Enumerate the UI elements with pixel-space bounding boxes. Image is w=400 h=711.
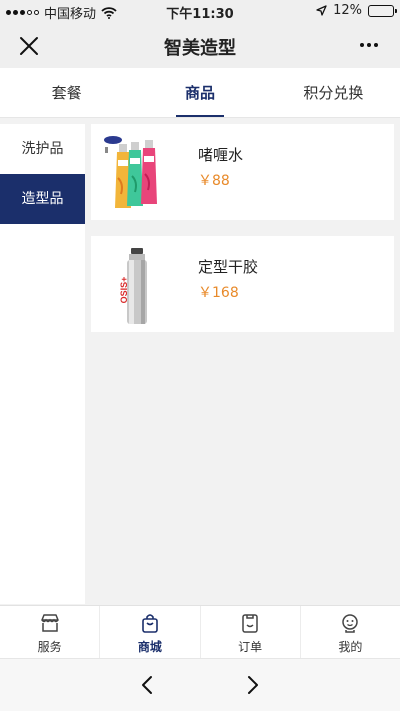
product-list: 啫喱水 ￥88 OSIS+ 定型干胶 ￥168 [91,124,394,348]
browser-toolbar [0,658,400,711]
hairspray-can-image: OSIS+ [119,248,147,324]
nav-bar: 智美造型 [0,22,400,68]
tab-points-exchange[interactable]: 积分兑换 [267,68,400,117]
tabbar-label: 商城 [137,640,162,654]
product-price: ￥168 [198,285,239,301]
tabbar-item-profile[interactable]: 我的 [299,606,400,658]
tabbar-item-mall[interactable]: 商城 [99,606,199,658]
svg-text:OSIS+: OSIS+ [119,277,129,304]
status-bar: 中国移动 下午11:30 12% [0,0,400,22]
profile-icon [342,614,359,633]
battery-icon [368,4,397,17]
tabbar-label: 服务 [37,640,62,654]
tab-goods[interactable]: 商品 [133,68,266,117]
hair-gel-bottles-image [104,136,157,208]
tabbar-item-service[interactable]: 服务 [0,606,99,658]
status-right: 12% [316,3,397,18]
bag-icon [142,614,158,633]
tabbar-label: 我的 [338,640,363,654]
product-price: ￥88 [198,173,230,189]
tabbar-label: 订单 [238,640,263,654]
forward-icon[interactable] [240,673,264,697]
tabbar-item-orders[interactable]: 订单 [199,606,300,658]
product-name: 啫喱水 [198,146,244,164]
battery-percent: 12% [333,3,362,18]
location-arrow-icon [316,5,327,16]
category-item-styling[interactable]: 造型品 [0,174,85,224]
back-icon[interactable] [136,673,160,697]
shop-icon [40,614,59,632]
product-card[interactable]: OSIS+ 定型干胶 ￥168 [91,236,394,332]
top-tabs: 套餐 商品 积分兑换 [0,68,400,118]
order-icon [242,614,258,633]
product-card[interactable]: 啫喱水 ￥88 [91,124,394,220]
bottom-tab-bar: 服务 商城 订单 我的 [0,605,400,658]
category-item-care[interactable]: 洗护品 [0,124,85,174]
product-name: 定型干胶 [198,258,259,276]
page-title: 智美造型 [164,38,236,59]
tab-package[interactable]: 套餐 [0,68,133,117]
more-icon[interactable] [356,34,382,56]
category-sidebar: 洗护品 造型品 [0,124,85,604]
